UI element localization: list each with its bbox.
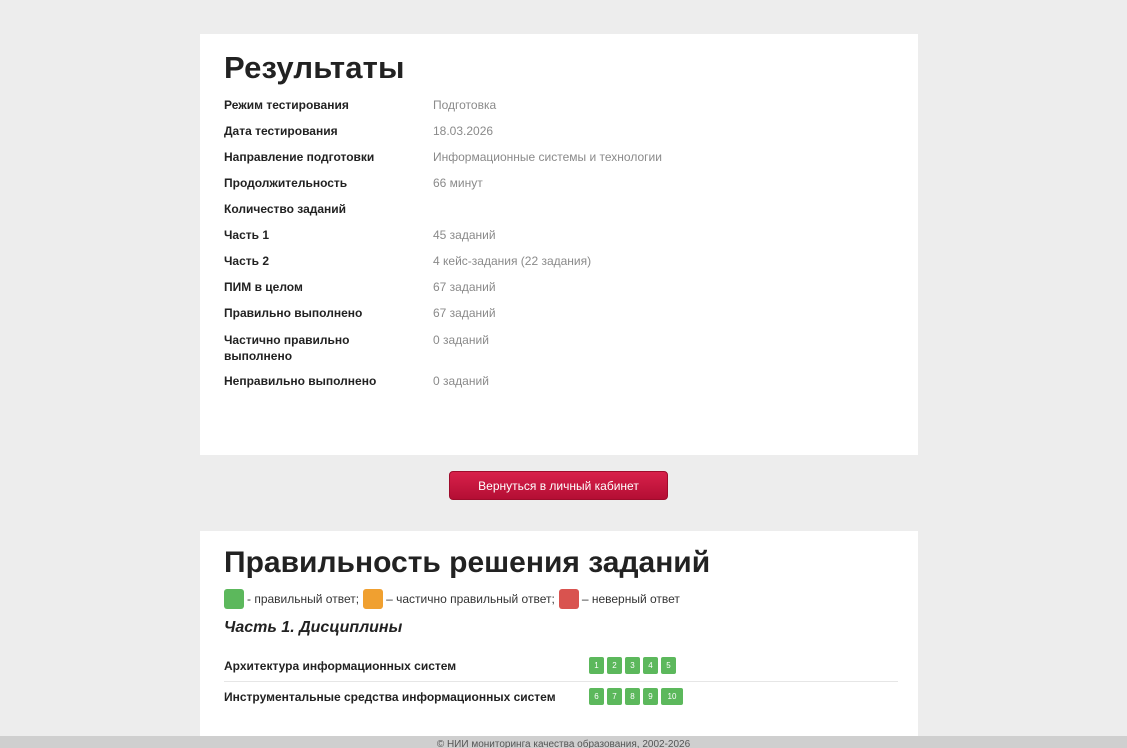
- results-label: Правильно выполнено: [224, 306, 363, 320]
- results-value: 0 заданий: [433, 333, 489, 347]
- results-label: ПИМ в целом: [224, 280, 303, 294]
- discipline-name: Инструментальные средства информационных…: [224, 689, 556, 704]
- results-label: Частично правильно выполнено: [224, 333, 350, 363]
- results-value: Подготовка: [433, 98, 497, 112]
- results-label: Количество заданий: [224, 202, 347, 216]
- results-row: Дата тестирования 18.03.2026: [224, 124, 662, 150]
- task-cell[interactable]: 2: [607, 657, 622, 674]
- partial-swatch: [363, 589, 384, 609]
- results-label: Направление подготовки: [224, 150, 375, 164]
- task-cell[interactable]: 6: [589, 688, 604, 705]
- task-cell[interactable]: 5: [661, 657, 676, 674]
- results-value: Информационные системы и технологии: [433, 150, 662, 164]
- results-row: Часть 1 45 заданий: [224, 228, 662, 254]
- correct-swatch: [224, 589, 244, 609]
- results-value: 0 заданий: [433, 374, 489, 388]
- task-cell[interactable]: 3: [625, 657, 640, 674]
- task-cells: 6 7 8 9 10: [589, 688, 683, 705]
- results-row: Правильно выполнено 67 заданий: [224, 306, 662, 332]
- discipline-row: Инструментальные средства информационных…: [224, 682, 898, 712]
- results-value: 18.03.2026: [433, 124, 494, 138]
- results-row: Направление подготовки Информационные си…: [224, 150, 662, 176]
- results-value: 45 заданий: [433, 228, 496, 242]
- results-row: Режим тестирования Подготовка: [224, 98, 662, 124]
- results-card: Результаты Режим тестирования Подготовка…: [200, 34, 918, 455]
- results-row: Неправильно выполнено 0 заданий: [224, 374, 662, 400]
- footer: © НИИ мониторинга качества образования, …: [0, 736, 1127, 748]
- results-label: Продолжительность: [224, 176, 348, 190]
- results-row: Частично правильно выполнено 0 заданий: [224, 332, 662, 374]
- legend-correct-label: - правильный ответ;: [247, 592, 360, 606]
- legend: - правильный ответ; – частично правильны…: [224, 589, 898, 609]
- task-cell[interactable]: 7: [607, 688, 622, 705]
- back-button-wrap: Вернуться в личный кабинет: [449, 471, 668, 500]
- results-label: Дата тестирования: [224, 124, 338, 138]
- results-row: Количество заданий: [224, 202, 662, 228]
- tasks-card: Правильность решения заданий - правильны…: [200, 531, 918, 748]
- back-to-account-button[interactable]: Вернуться в личный кабинет: [449, 471, 668, 500]
- task-cell[interactable]: 9: [643, 688, 658, 705]
- results-value: 66 минут: [433, 176, 483, 190]
- task-cell[interactable]: 4: [643, 657, 658, 674]
- task-cell[interactable]: 1: [589, 657, 604, 674]
- wrong-swatch: [558, 589, 579, 609]
- page: Результаты Режим тестирования Подготовка…: [0, 0, 1127, 748]
- results-value: [433, 202, 662, 228]
- legend-partial-label: – частично правильный ответ;: [386, 592, 555, 606]
- results-table: Режим тестирования Подготовка Дата тести…: [224, 98, 662, 400]
- results-value: 67 заданий: [433, 306, 496, 320]
- tasks-title: Правильность решения заданий: [224, 546, 711, 579]
- results-value: 67 заданий: [433, 280, 496, 294]
- results-label: Режим тестирования: [224, 98, 349, 112]
- discipline-row: Архитектура информационных систем 1 2 3 …: [224, 651, 898, 682]
- task-cell[interactable]: 10: [661, 688, 683, 705]
- results-label: Неправильно выполнено: [224, 374, 377, 388]
- results-title: Результаты: [224, 50, 405, 85]
- legend-wrong-label: – неверный ответ: [581, 592, 680, 606]
- discipline-name: Архитектура информационных систем: [224, 658, 457, 673]
- results-value: 4 кейс-задания (22 задания): [433, 254, 592, 268]
- results-row: Продолжительность 66 минут: [224, 176, 662, 202]
- part1-title: Часть 1. Дисциплины: [224, 619, 403, 636]
- results-row: ПИМ в целом 67 заданий: [224, 280, 662, 306]
- task-cell[interactable]: 8: [625, 688, 640, 705]
- task-cells: 1 2 3 4 5: [589, 657, 676, 674]
- results-row: Часть 2 4 кейс-задания (22 задания): [224, 254, 662, 280]
- results-label: Часть 1: [224, 228, 270, 242]
- results-label: Часть 2: [224, 254, 270, 268]
